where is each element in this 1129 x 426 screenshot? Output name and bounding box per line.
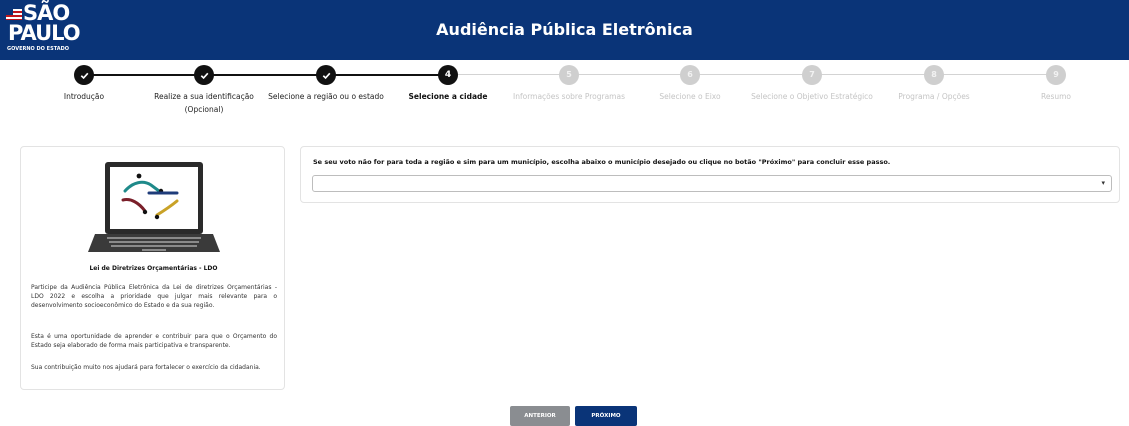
city-select[interactable]: ▾ (312, 175, 1112, 192)
check-icon (74, 65, 94, 85)
check-icon (194, 65, 214, 85)
city-instruction: Se seu voto não for para toda a região e… (313, 158, 891, 166)
step-number-badge: 9 (1046, 65, 1066, 85)
step-resumo: 9 Resumo (976, 64, 1129, 103)
ldo-paragraph-3: Sua contribuição muito nos ajudará para … (31, 364, 261, 371)
step-number-badge: 6 (680, 65, 700, 85)
progress-stepper: Introdução Realize a sua identificação (O… (0, 64, 1129, 134)
ldo-paragraph-1: Participe da Audiência Pública Eletrônic… (31, 284, 277, 309)
step-label-line2: (Opcional) (184, 105, 224, 114)
step-number-badge: 5 (559, 65, 579, 85)
check-icon (316, 65, 336, 85)
step-number-badge: 8 (924, 65, 944, 85)
step-label-line1: Realize a sua identificação (154, 92, 254, 101)
ldo-paragraph-2: Esta é uma oportunidade de aprender e co… (31, 333, 277, 349)
page-title: Audiência Pública Eletrônica (436, 20, 693, 39)
next-button[interactable]: PRÓXIMO (575, 406, 637, 426)
step-label: Resumo (1040, 92, 1072, 101)
previous-button[interactable]: ANTERIOR (510, 406, 570, 426)
laptop-ldo-illustration (88, 162, 220, 252)
ldo-title: Lei de Diretrizes Orçamentárias - LDO (89, 265, 218, 272)
step-number-badge: 4 (438, 65, 458, 85)
city-select-card: Se seu voto não for para toda a região e… (300, 146, 1120, 203)
step-number-badge: 7 (802, 65, 822, 85)
ldo-info-card: Lei de Diretrizes Orçamentárias - LDO Pa… (20, 146, 285, 390)
header-bar: SÃO PAULO GOVERNO DO ESTADO Audiência Pú… (0, 0, 1129, 60)
chevron-down-icon: ▾ (1101, 179, 1105, 187)
